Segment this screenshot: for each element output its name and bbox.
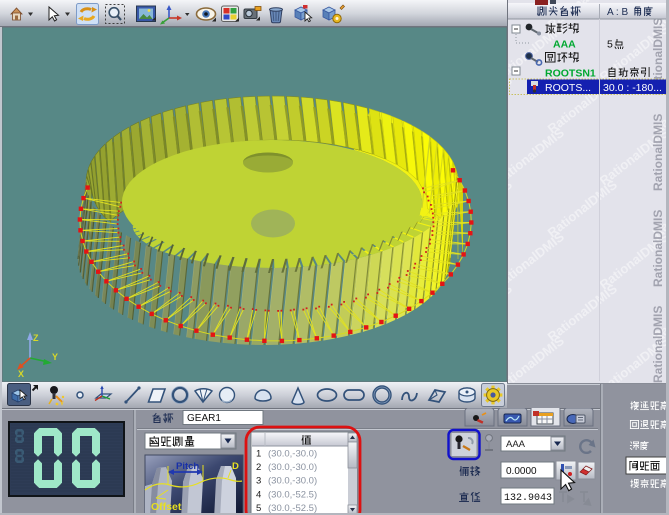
svg-text:3: 3	[256, 476, 261, 487]
svg-text:ROOTSN1: ROOTSN1	[545, 68, 596, 80]
svg-text:A : B: A : B	[607, 7, 628, 18]
svg-text:(30.0,-30.0): (30.0,-30.0)	[268, 449, 317, 460]
svg-text:(30.0,-52.5): (30.0,-52.5)	[268, 489, 317, 500]
svg-text:(30.0,-30.0): (30.0,-30.0)	[268, 462, 317, 473]
svg-text:5: 5	[607, 39, 613, 51]
svg-text:Y: Y	[52, 352, 58, 362]
svg-text:(30.0,-30.0): (30.0,-30.0)	[268, 476, 317, 487]
svg-text:X: X	[18, 369, 24, 379]
svg-text:D: D	[232, 461, 239, 472]
svg-text:RationalDMIS: RationalDMIS	[651, 306, 665, 383]
svg-text:Z: Z	[33, 333, 39, 343]
svg-text:Pitch: Pitch	[176, 461, 199, 472]
svg-text:2: 2	[256, 462, 261, 473]
svg-text:ROOTS...: ROOTS...	[545, 82, 591, 94]
svg-text:AAA: AAA	[506, 439, 526, 450]
svg-text:RationalDMIS: RationalDMIS	[651, 210, 665, 287]
svg-text:Offset: Offset	[151, 501, 182, 513]
svg-text:132.9043: 132.9043	[504, 493, 552, 504]
svg-text:4: 4	[256, 489, 261, 500]
svg-text:AAA: AAA	[553, 39, 576, 51]
svg-text:30.0 : -180...: 30.0 : -180...	[603, 82, 662, 94]
svg-text:RationalDMIS: RationalDMIS	[651, 114, 665, 191]
svg-text:GEAR1: GEAR1	[187, 413, 221, 424]
svg-text:1: 1	[256, 449, 261, 460]
svg-text:0.0000: 0.0000	[506, 466, 537, 477]
